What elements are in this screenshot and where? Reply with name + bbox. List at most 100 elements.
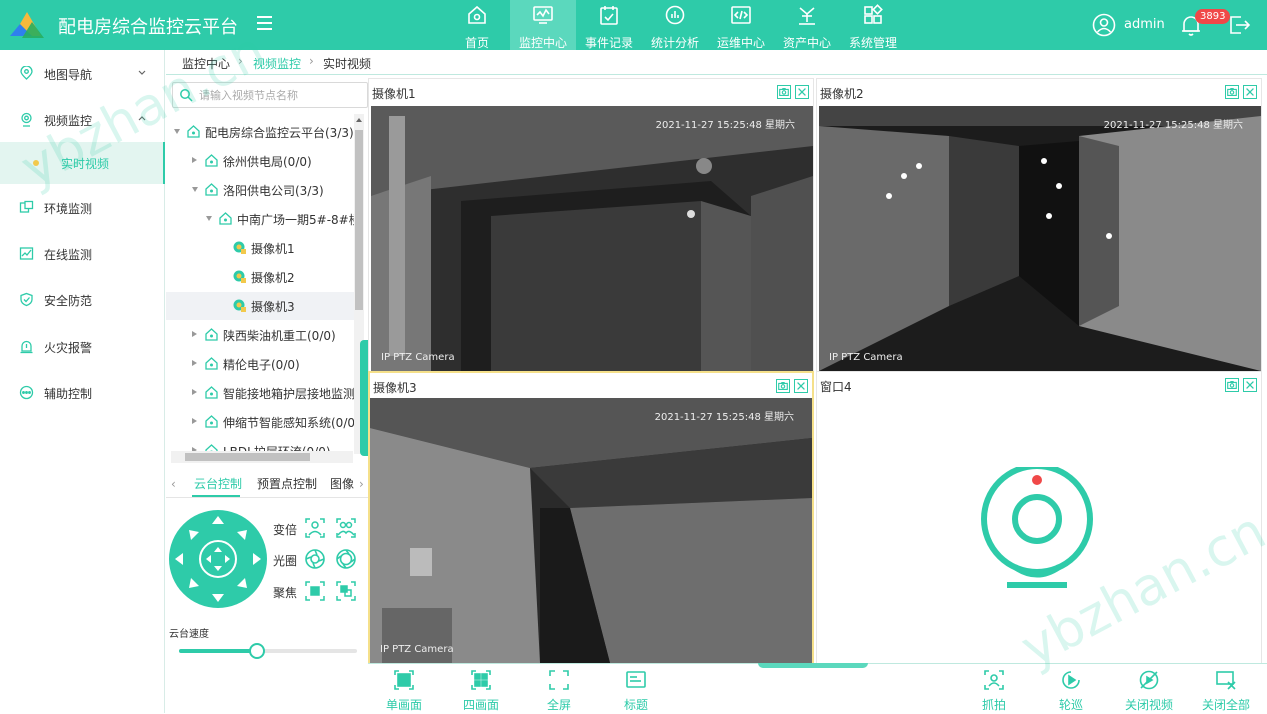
active-dot — [33, 160, 39, 166]
camera-node-icon — [233, 241, 246, 254]
tree-camera-node[interactable]: 摄像机3 — [166, 292, 354, 320]
tab-preset-control[interactable]: 预置点控制 — [257, 475, 317, 492]
caret-right-icon[interactable] — [192, 360, 197, 366]
app-logo-icon — [10, 12, 44, 38]
focus-near-button[interactable] — [304, 580, 326, 602]
iris-close-button[interactable] — [304, 548, 326, 570]
tree-camera-node[interactable]: 摄像机1 — [166, 234, 354, 262]
title-toggle-button[interactable]: 标题 — [606, 664, 666, 714]
zoom-out-button[interactable] — [304, 517, 326, 539]
ptz-tabs: 云台控制 预置点控制 图像 — [166, 468, 368, 498]
tree-node-label: 精伦电子(0/0) — [223, 358, 300, 372]
video-pane-4[interactable]: 窗口4 — [816, 371, 1262, 665]
caret-right-icon[interactable] — [192, 331, 197, 337]
pane-header: 摄像机1 — [369, 79, 813, 105]
tabs-next-arrow-icon[interactable]: › — [359, 477, 364, 491]
logout-icon[interactable] — [1227, 13, 1251, 37]
sidebar-item-video-monitor[interactable]: 视频监控 — [0, 100, 165, 140]
nav-ops-center[interactable]: 运维中心 — [708, 0, 774, 50]
sidebar-item-map-nav[interactable]: 地图导航 — [0, 54, 165, 94]
caret-down-icon[interactable] — [174, 129, 180, 134]
sidebar-item-fire-alarm[interactable]: 火灾报警 — [0, 327, 165, 367]
scroll-up-arrow[interactable] — [356, 118, 362, 122]
tree-search[interactable] — [172, 82, 368, 108]
tree-search-input[interactable] — [199, 87, 359, 103]
nav-system-admin[interactable]: 系统管理 — [840, 0, 906, 50]
sidebar-item-security[interactable]: 安全防范 — [0, 280, 165, 320]
timestamp-overlay: 2021-11-27 15:25:48 星期六 — [654, 412, 794, 423]
close-all-button[interactable]: 关闭全部 — [1196, 664, 1256, 714]
tree-node[interactable]: 伸缩节智能感知系统(0/0) — [166, 408, 354, 436]
breadcrumb-monitor-center[interactable]: 监控中心 — [182, 55, 230, 72]
capture-icon — [984, 670, 1004, 690]
camera-name-overlay: IP PTZ Camera — [829, 352, 903, 363]
snapshot-icon[interactable] — [1225, 378, 1239, 392]
tree-node[interactable]: 陕西柴油机重工(0/0) — [166, 321, 354, 349]
ptz-speed-slider-handle[interactable] — [249, 643, 266, 659]
user-avatar-icon[interactable] — [1092, 13, 1116, 37]
nav-asset-center[interactable]: 资产中心 — [774, 0, 840, 50]
breadcrumb-separator: › — [238, 54, 243, 68]
zoom-in-button[interactable] — [335, 517, 357, 539]
house-icon — [205, 386, 218, 399]
video-pane-2[interactable]: 摄像机2 2021-11-27 15:25:48 星期六 IP PTZ Came… — [816, 78, 1262, 372]
pane-header: 摄像机3 — [370, 373, 812, 399]
house-icon — [205, 415, 218, 428]
video-feed: 2021-11-27 15:25:48 星期六 IP PTZ Camera — [819, 106, 1261, 371]
close-video-button[interactable]: 关闭视频 — [1119, 664, 1179, 714]
camera-node-icon — [233, 299, 246, 312]
caret-down-icon[interactable] — [206, 216, 212, 221]
focus-far-button[interactable] — [335, 580, 357, 602]
ptz-direction-pad[interactable] — [169, 510, 267, 608]
video-pane-1[interactable]: 摄像机1 2021-11-27 15:25:48 星期六 IP PTZ Came… — [368, 78, 814, 372]
nav-statistics[interactable]: 统计分析 — [642, 0, 708, 50]
tree-camera-node[interactable]: 摄像机2 — [166, 263, 354, 291]
close-icon[interactable] — [795, 85, 809, 99]
single-view-button[interactable]: 单画面 — [374, 664, 434, 714]
sidebar-item-live-video[interactable]: 实时视频 — [0, 142, 165, 184]
sidebar-item-environment[interactable]: 环境监测 — [0, 188, 165, 228]
tree-node[interactable]: 徐州供电局(0/0) — [166, 147, 354, 175]
caret-right-icon[interactable] — [192, 157, 197, 163]
toolbar-collapse-tab[interactable] — [758, 663, 868, 668]
snapshot-icon[interactable] — [1225, 85, 1239, 99]
tree-node[interactable]: 智能接地箱护层接地监测 — [166, 379, 354, 407]
pane-header: 窗口4 — [817, 372, 1261, 398]
nav-monitor-center[interactable]: 监控中心 — [510, 0, 576, 50]
tree-node[interactable]: 精伦电子(0/0) — [166, 350, 354, 378]
menu-toggle-icon[interactable] — [257, 16, 272, 30]
close-icon[interactable] — [794, 379, 808, 393]
ptz-speed-fill — [179, 649, 258, 653]
device-tree-panel: 配电房综合监控云平台(3/3) 徐州供电局(0/0) 洛阳供电公司(3/3) 中南广场… — [166, 76, 368, 466]
caret-right-icon[interactable] — [192, 389, 197, 395]
nav-event-log[interactable]: 事件记录 — [576, 0, 642, 50]
house-icon — [205, 154, 218, 167]
scroll-thumb[interactable] — [355, 130, 363, 310]
snapshot-icon[interactable] — [777, 85, 791, 99]
panel-collapse-handle[interactable] — [360, 340, 368, 456]
capture-button[interactable]: 抓拍 — [964, 664, 1024, 714]
tabs-prev-arrow-icon[interactable]: ‹ — [171, 477, 176, 491]
iris-open-button[interactable] — [335, 548, 357, 570]
sidebar-item-online-monitor[interactable]: 在线监测 — [0, 234, 165, 274]
user-name[interactable]: admin — [1124, 17, 1165, 32]
close-icon[interactable] — [1243, 85, 1257, 99]
tree-node[interactable]: 中南广场一期5#-8#楼 — [166, 205, 354, 233]
sidebar-item-assist-control[interactable]: 辅助控制 — [0, 373, 165, 413]
tab-ptz-control[interactable]: 云台控制 — [194, 475, 242, 492]
close-icon[interactable] — [1243, 378, 1257, 392]
tree-node[interactable]: 洛阳供电公司(3/3) — [166, 176, 354, 204]
tab-image[interactable]: 图像 — [330, 475, 354, 492]
snapshot-icon[interactable] — [776, 379, 790, 393]
nav-home[interactable]: 首页 — [444, 0, 510, 50]
scroll-thumb[interactable] — [185, 453, 310, 461]
video-pane-3[interactable]: 摄像机3 2021-11-27 15:25:48 星期六 IP PTZ Came… — [368, 371, 814, 665]
patrol-button[interactable]: 轮巡 — [1041, 664, 1101, 714]
tree-node[interactable]: 配电房综合监控云平台(3/3) — [166, 118, 354, 146]
caret-right-icon[interactable] — [192, 418, 197, 424]
breadcrumb-video-monitor[interactable]: 视频监控 — [253, 55, 301, 72]
caret-down-icon[interactable] — [192, 187, 198, 192]
fullscreen-button[interactable]: 全屏 — [529, 664, 589, 714]
tree-horizontal-scrollbar[interactable] — [171, 451, 353, 463]
quad-view-button[interactable]: 四画面 — [451, 664, 511, 714]
